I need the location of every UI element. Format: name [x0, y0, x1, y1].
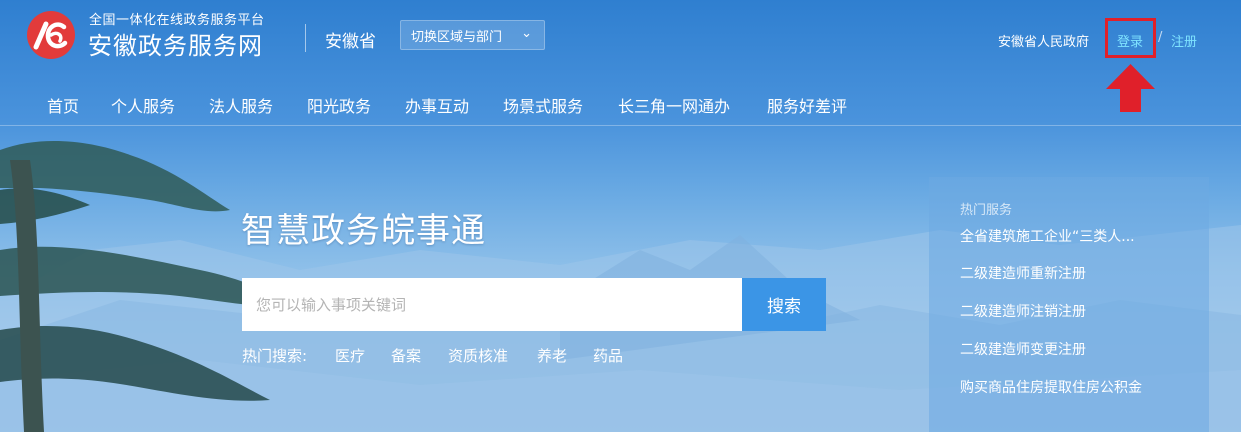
login-register-separator: / [1158, 30, 1163, 45]
header-divider [305, 24, 306, 52]
province-label: 安徽省 [325, 32, 376, 52]
hot-search-tag[interactable]: 养老 [537, 345, 567, 366]
nav-item-service-rating[interactable]: 服务好差评 [767, 93, 847, 117]
hot-search-tag[interactable]: 药品 [593, 345, 623, 366]
search-input[interactable] [242, 278, 742, 331]
hot-services-title: 热门服务 [960, 203, 1013, 218]
gov-link[interactable]: 安徽省人民政府 [998, 31, 1089, 50]
hot-services-panel: 热门服务 全省建筑施工企业“三类人... 二级建造师重新注册 二级建造师注销注册… [929, 177, 1209, 432]
nav-item-open-government[interactable]: 阳光政务 [307, 93, 371, 117]
nav-item-home[interactable]: 首页 [47, 93, 79, 117]
chevron-down-icon: ⌄ [521, 26, 532, 41]
region-switch-label: 切换区域与部门 [411, 29, 503, 45]
nav-item-personal[interactable]: 个人服务 [111, 93, 175, 117]
login-link[interactable]: 登录 [1117, 31, 1143, 50]
hot-service-item[interactable]: 二级建造师变更注册 [960, 339, 1086, 359]
hot-search-tag[interactable]: 医疗 [335, 345, 365, 366]
nav-item-yangtze-delta[interactable]: 长三角一网通办 [618, 93, 730, 117]
region-switch-button[interactable]: 切换区域与部门 ⌄ [400, 20, 545, 50]
nav-item-interaction[interactable]: 办事互动 [405, 93, 469, 117]
hot-search-label: 热门搜索: [242, 347, 308, 365]
top-header: 全国一体化在线政务服务平台 安徽政务服务网 安徽省 切换区域与部门 ⌄ 安徽省人… [0, 0, 1241, 112]
hot-search-tag[interactable]: 备案 [391, 345, 421, 366]
search-button[interactable]: 搜索 [742, 278, 826, 331]
site-title[interactable]: 安徽政务服务网 [88, 26, 263, 61]
hero-title: 智慧政务皖事通 [241, 211, 486, 251]
hot-search-tag[interactable]: 资质核准 [448, 345, 508, 366]
hot-service-item[interactable]: 二级建造师注销注册 [960, 301, 1086, 321]
hot-service-item[interactable]: 全省建筑施工企业“三类人... [960, 226, 1135, 246]
hot-service-item[interactable]: 二级建造师重新注册 [960, 263, 1086, 283]
main-nav: 首页 个人服务 法人服务 阳光政务 办事互动 场景式服务 长三角一网通办 服务好… [0, 80, 1241, 126]
hot-service-item[interactable]: 购买商品住房提取住房公积金 [960, 377, 1142, 397]
nav-item-scenario[interactable]: 场景式服务 [503, 93, 583, 117]
register-link[interactable]: 注册 [1171, 31, 1197, 50]
anhui-logo-icon[interactable] [27, 11, 75, 59]
nav-item-legal-person[interactable]: 法人服务 [209, 93, 273, 117]
